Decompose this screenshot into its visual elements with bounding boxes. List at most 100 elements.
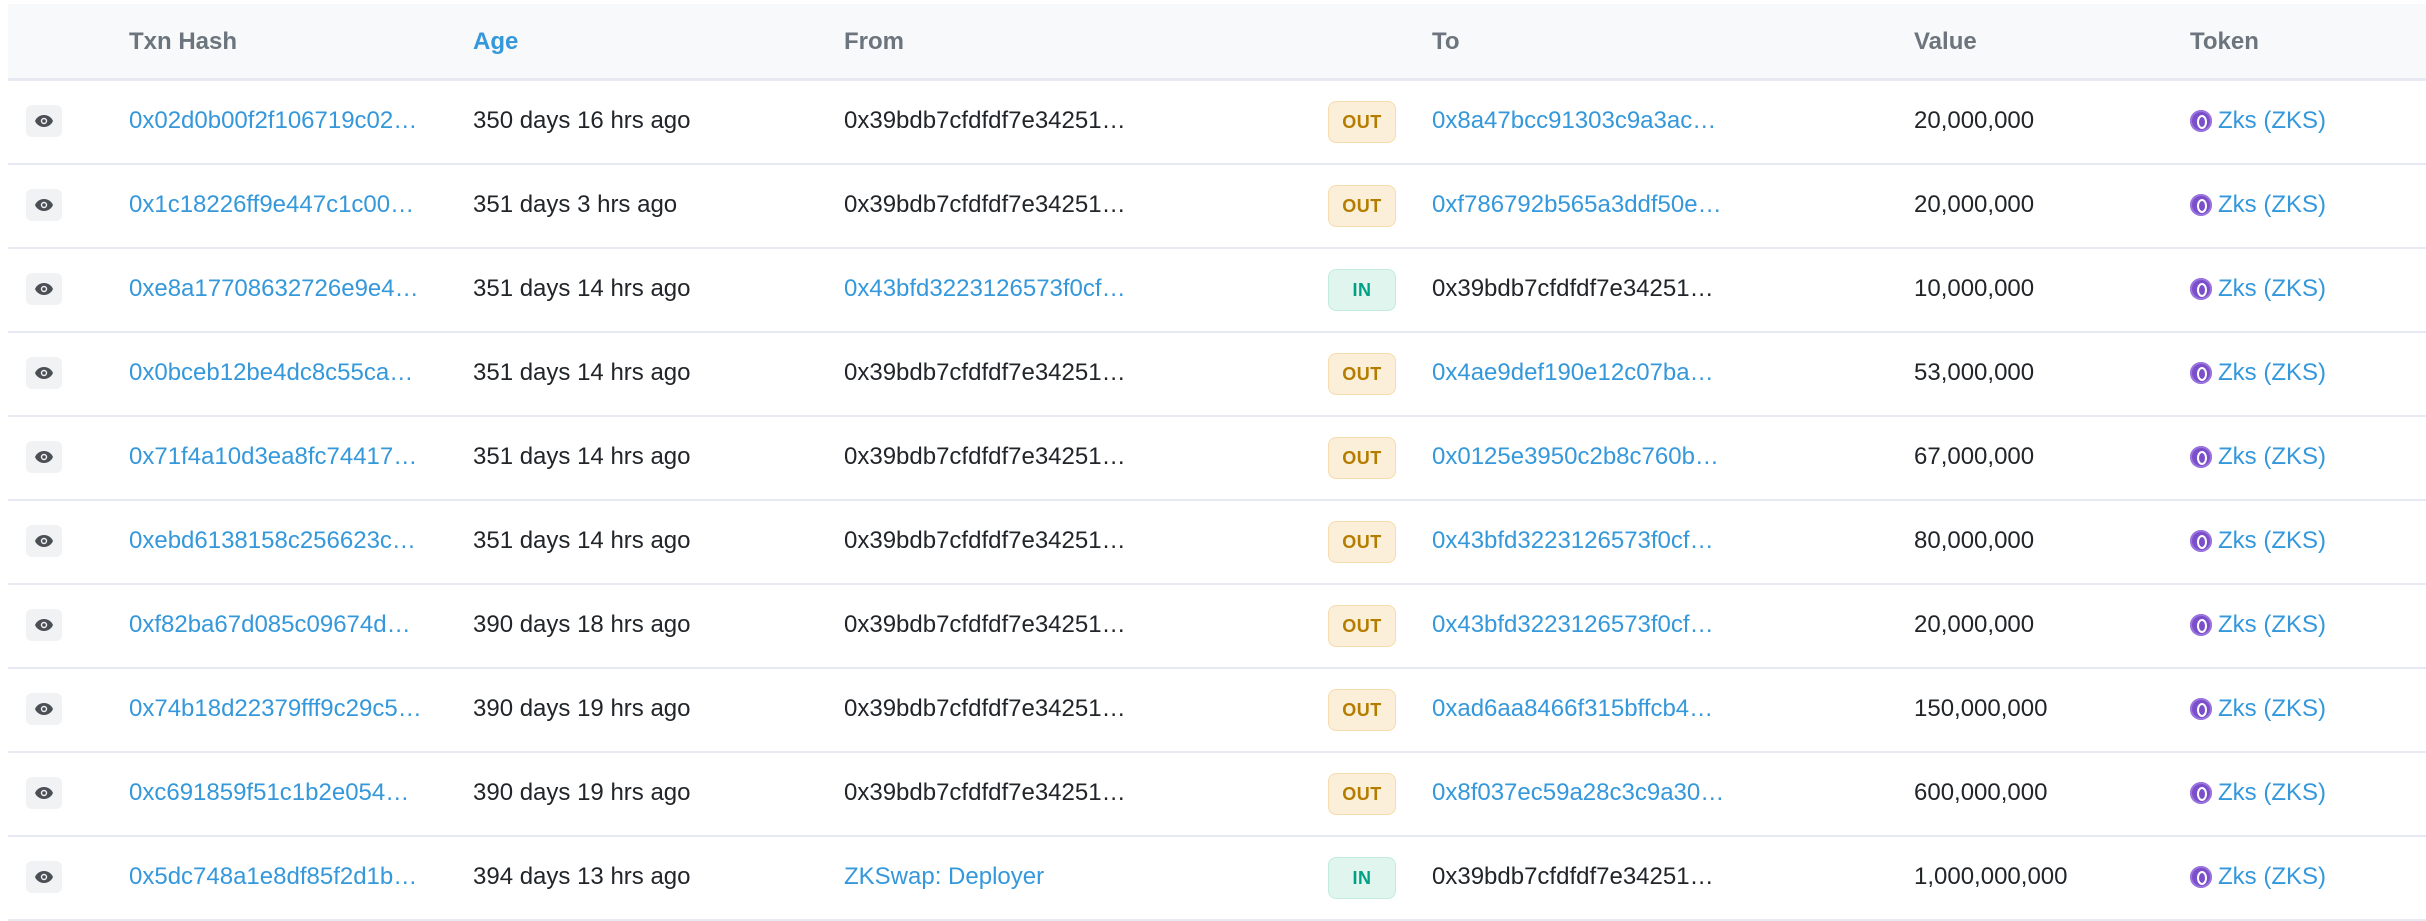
age-text: 390 days 18 hrs ago — [473, 611, 691, 638]
value-text: 20,000,000 — [1914, 191, 2035, 218]
token-link[interactable]: Zks (ZKS) — [2190, 753, 2326, 833]
txn-hash-link[interactable]: 0x1c18226ff9e447c1c00… — [129, 165, 447, 245]
txn-hash-link[interactable]: 0xf82ba67d085c09674d… — [129, 585, 447, 665]
txn-hash-link[interactable]: 0x0bceb12be4dc8c55ca… — [129, 333, 447, 413]
value-text: 20,000,000 — [1914, 611, 2035, 638]
from-address: 0x39bdb7cfdfdf7e34251… — [844, 443, 1126, 470]
txn-hash-link[interactable]: 0x02d0b00f2f106719c02… — [129, 81, 447, 161]
token-label: Zks (ZKS) — [2218, 443, 2326, 470]
value-text: 1,000,000,000 — [1914, 863, 2068, 890]
eye-icon — [35, 535, 53, 547]
view-details-button[interactable] — [26, 357, 62, 389]
from-address[interactable]: ZKSwap: Deployer — [844, 837, 1224, 917]
token-label: Zks (ZKS) — [2218, 527, 2326, 554]
from-address: 0x39bdb7cfdfdf7e34251… — [844, 779, 1126, 806]
table-row: 0x5dc748a1e8df85f2d1b… 394 days 13 hrs a… — [8, 837, 2426, 921]
direction-badge-out: OUT — [1328, 437, 1396, 479]
view-details-button[interactable] — [26, 609, 62, 641]
table-row: 0x74b18d22379fff9c29c5… 390 days 19 hrs … — [8, 669, 2426, 753]
age-text: 351 days 14 hrs ago — [473, 527, 691, 554]
eye-icon — [35, 283, 53, 295]
token-label: Zks (ZKS) — [2218, 191, 2326, 218]
txn-hash-link[interactable]: 0xebd6138158c256623c… — [129, 501, 447, 581]
to-address[interactable]: 0xad6aa8466f315bffcb4… — [1432, 669, 1832, 749]
eye-icon — [35, 451, 53, 463]
token-link[interactable]: Zks (ZKS) — [2190, 417, 2326, 497]
value-text: 53,000,000 — [1914, 359, 2035, 386]
eye-icon — [35, 703, 53, 715]
value-text: 67,000,000 — [1914, 443, 2035, 470]
to-address[interactable]: 0x43bfd3223126573f0cf… — [1432, 585, 1832, 665]
view-details-button[interactable] — [26, 189, 62, 221]
age-text: 351 days 14 hrs ago — [473, 275, 691, 302]
zks-token-icon — [2190, 782, 2212, 804]
token-link[interactable]: Zks (ZKS) — [2190, 333, 2326, 413]
txn-hash-link[interactable]: 0x5dc748a1e8df85f2d1b… — [129, 837, 447, 917]
age-text: 394 days 13 hrs ago — [473, 863, 691, 890]
direction-badge-out: OUT — [1328, 689, 1396, 731]
to-address[interactable]: 0x8a47bcc91303c9a3ac… — [1432, 81, 1832, 161]
token-label: Zks (ZKS) — [2218, 863, 2326, 890]
age-text: 390 days 19 hrs ago — [473, 695, 691, 722]
eye-icon — [35, 115, 53, 127]
table-header: Txn Hash Age From To Value Token — [8, 4, 2426, 81]
table-row: 0xf82ba67d085c09674d… 390 days 18 hrs ag… — [8, 585, 2426, 669]
direction-badge-out: OUT — [1328, 773, 1396, 815]
txn-hash-link[interactable]: 0xe8a17708632726e9e4… — [129, 249, 447, 329]
value-text: 600,000,000 — [1914, 779, 2048, 806]
txn-hash-link[interactable]: 0x74b18d22379fff9c29c5… — [129, 669, 447, 749]
token-link[interactable]: Zks (ZKS) — [2190, 837, 2326, 917]
zks-token-icon — [2190, 614, 2212, 636]
token-label: Zks (ZKS) — [2218, 611, 2326, 638]
header-to: To — [1432, 28, 1460, 55]
view-details-button[interactable] — [26, 861, 62, 893]
eye-icon — [35, 871, 53, 883]
header-txn-hash: Txn Hash — [129, 28, 238, 55]
age-text: 351 days 14 hrs ago — [473, 359, 691, 386]
direction-badge-out: OUT — [1328, 353, 1396, 395]
zks-token-icon — [2190, 698, 2212, 720]
to-address[interactable]: 0xf786792b565a3ddf50e… — [1432, 165, 1832, 245]
to-address[interactable]: 0x43bfd3223126573f0cf… — [1432, 501, 1832, 581]
direction-badge-out: OUT — [1328, 101, 1396, 143]
to-address[interactable]: 0x4ae9def190e12c07ba… — [1432, 333, 1832, 413]
zks-token-icon — [2190, 530, 2212, 552]
view-details-button[interactable] — [26, 693, 62, 725]
token-label: Zks (ZKS) — [2218, 359, 2326, 386]
to-address: 0x39bdb7cfdfdf7e34251… — [1432, 275, 1714, 302]
token-link[interactable]: Zks (ZKS) — [2190, 165, 2326, 245]
from-address: 0x39bdb7cfdfdf7e34251… — [844, 359, 1126, 386]
view-details-button[interactable] — [26, 105, 62, 137]
token-label: Zks (ZKS) — [2218, 275, 2326, 302]
from-address: 0x39bdb7cfdfdf7e34251… — [844, 695, 1126, 722]
table-row: 0x71f4a10d3ea8fc74417… 351 days 14 hrs a… — [8, 417, 2426, 501]
token-link[interactable]: Zks (ZKS) — [2190, 249, 2326, 329]
value-text: 10,000,000 — [1914, 275, 2035, 302]
token-link[interactable]: Zks (ZKS) — [2190, 669, 2326, 749]
from-address[interactable]: 0x43bfd3223126573f0cf… — [844, 249, 1224, 329]
eye-icon — [35, 367, 53, 379]
direction-badge-out: OUT — [1328, 605, 1396, 647]
token-link[interactable]: Zks (ZKS) — [2190, 585, 2326, 665]
table-row: 0x1c18226ff9e447c1c00… 351 days 3 hrs ag… — [8, 165, 2426, 249]
token-link[interactable]: Zks (ZKS) — [2190, 501, 2326, 581]
header-age-toggle[interactable]: Age — [473, 28, 518, 56]
eye-icon — [35, 787, 53, 799]
to-address[interactable]: 0x8f037ec59a28c3c9a30… — [1432, 753, 1832, 833]
zks-token-icon — [2190, 278, 2212, 300]
zks-token-icon — [2190, 446, 2212, 468]
table-row: 0xebd6138158c256623c… 351 days 14 hrs ag… — [8, 501, 2426, 585]
to-address[interactable]: 0x0125e3950c2b8c760b… — [1432, 417, 1832, 497]
view-details-button[interactable] — [26, 777, 62, 809]
table-row: 0xe8a17708632726e9e4… 351 days 14 hrs ag… — [8, 249, 2426, 333]
token-link[interactable]: Zks (ZKS) — [2190, 81, 2326, 161]
from-address: 0x39bdb7cfdfdf7e34251… — [844, 107, 1126, 134]
txn-hash-link[interactable]: 0xc691859f51c1b2e054… — [129, 753, 447, 833]
view-details-button[interactable] — [26, 525, 62, 557]
header-value: Value — [1914, 28, 1977, 55]
txn-hash-link[interactable]: 0x71f4a10d3ea8fc74417… — [129, 417, 447, 497]
view-details-button[interactable] — [26, 441, 62, 473]
age-text: 390 days 19 hrs ago — [473, 779, 691, 806]
eye-icon — [35, 619, 53, 631]
view-details-button[interactable] — [26, 273, 62, 305]
